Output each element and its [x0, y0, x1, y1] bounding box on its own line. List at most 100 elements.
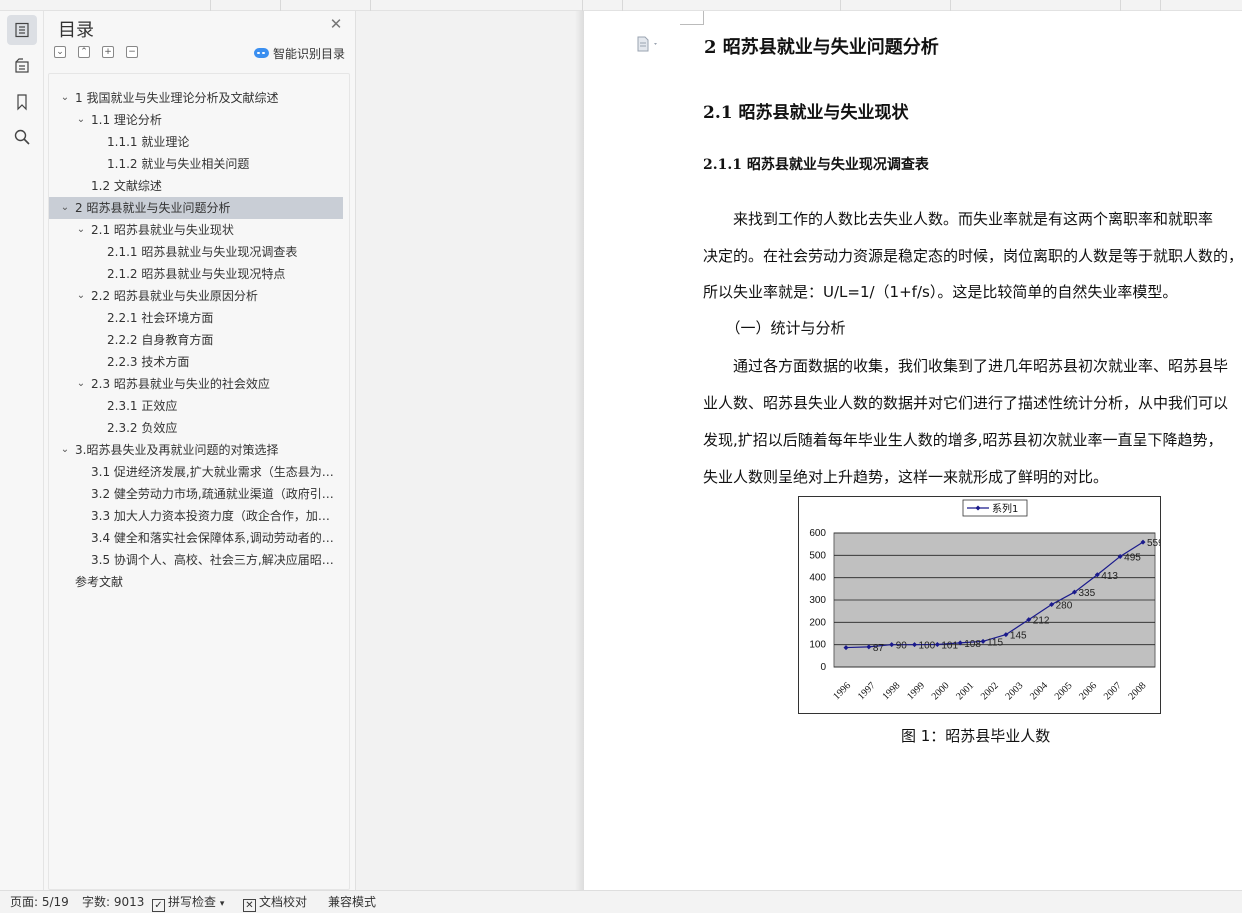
toc-item-label: 2.3.2 负效应 [107, 421, 178, 435]
toc-item[interactable]: 2.2.1 社会环境方面 [49, 307, 343, 329]
toc-item[interactable]: ⌄ 2 昭苏县就业与失业问题分析 [49, 197, 343, 219]
checkbox-icon: ✓ [152, 899, 165, 912]
toc-item[interactable]: 3.1 促进经济发展,扩大就业需求（生态县为依托） [49, 461, 343, 483]
toc-item-label: 参考文献 [75, 575, 124, 589]
line-chart[interactable]: 0 100 200 300 400 500 600 87 90 100 101 108 115 145 21… [798, 496, 1164, 714]
search-icon[interactable] [7, 122, 37, 152]
toc-item[interactable]: ⌄ 2.1 昭苏县就业与失业现状 [49, 219, 343, 241]
toc-item[interactable]: 1.1.2 就业与失业相关问题 [49, 153, 343, 175]
toc-item[interactable]: 3.4 健全和落实社会保障体系,调动劳动者的积极性 [49, 527, 343, 549]
figure-caption: 图 1：昭苏县毕业人数 [901, 727, 1051, 745]
toc-item-label: 2.2.1 社会环境方面 [107, 311, 214, 325]
paragraph-format-icon[interactable] [636, 35, 662, 53]
toc-item[interactable]: 1.2 文献综述 [49, 175, 343, 197]
document-page[interactable]: 2 昭苏县就业与失业问题分析 2.1 昭苏县就业与失业现状 2.1.1 昭苏县就… [584, 11, 1242, 890]
chevron-down-icon[interactable]: ⌄ [75, 373, 87, 395]
chevron-down-icon[interactable]: ⌄ [59, 87, 71, 109]
toc-item-label: 1 我国就业与失业理论分析及文献综述 [75, 91, 279, 105]
toc-item-label: 3.2 健全劳动力市场,疏通就业渠道（政府引导） [91, 487, 339, 501]
data-label: 101 [941, 640, 958, 651]
chevron-down-icon[interactable]: ⌄ [75, 109, 87, 131]
bookmark-icon[interactable] [7, 87, 37, 117]
toc-icon[interactable] [7, 15, 37, 45]
toc-item[interactable]: ⌄ 1.1 理论分析 [49, 109, 343, 131]
body-line: 所以失业率就是：U/L=1/（1+f/s）。这是比较简单的自然失业率模型。 [703, 283, 1178, 301]
data-label: 335 [1078, 588, 1095, 599]
toc-item-label: 1.1.2 就业与失业相关问题 [107, 157, 250, 171]
body-line: 业人数、昭苏县失业人数的数据并对它们进行了描述性统计分析，从中我们可以 [703, 394, 1229, 412]
proofread-button[interactable]: ✕ 文档校对 [243, 891, 307, 913]
x-tick-label: 1997 [856, 680, 878, 702]
data-label: 145 [1010, 631, 1027, 642]
spell-check-label: 拼写检查 [168, 895, 217, 909]
collapse-all-icon[interactable]: ⌄ [54, 46, 66, 58]
toc-item-label: 2.1.1 昭苏县就业与失业现况调查表 [107, 245, 298, 259]
toc-item[interactable]: 3.5 协调个人、高校、社会三方,解决应届昭苏县毕业生 [49, 549, 343, 571]
toc-item-label: 3.5 协调个人、高校、社会三方,解决应届昭苏县毕业生 [91, 553, 339, 567]
y-tick-label: 300 [809, 595, 826, 606]
close-icon[interactable]: ✕ [329, 17, 343, 32]
spell-check-button[interactable]: ✓ 拼写检查 ▾ [152, 891, 224, 913]
y-tick-label: 100 [809, 640, 826, 651]
page-shadow [575, 11, 584, 890]
body-line: 来找到工作的人数比去失业人数。而失业率就是有这两个离职率和就职率 [703, 210, 1214, 228]
chevron-down-icon[interactable]: ⌄ [59, 439, 71, 461]
toc-item-label: 2.1.2 昭苏县就业与失业现况特点 [107, 267, 286, 281]
toc-item-label: 3.1 促进经济发展,扩大就业需求（生态县为依托） [91, 465, 339, 479]
smart-toc-button[interactable]: 智能识别目录 [254, 45, 345, 61]
data-label: 495 [1124, 552, 1141, 563]
toc-item[interactable]: 2.1.2 昭苏县就业与失业现况特点 [49, 263, 343, 285]
chevron-down-icon[interactable]: ⌄ [59, 197, 71, 219]
body-line: 发现,扩招以后随着每年毕业生人数的增多,昭苏县初次就业率一直呈下降趋势， [703, 431, 1223, 449]
toc-item-label: 2.3.1 正效应 [107, 399, 178, 413]
add-heading-icon[interactable]: + [102, 46, 114, 58]
y-tick-label: 0 [820, 662, 826, 673]
toc-item[interactable]: 2.1.1 昭苏县就业与失业现况调查表 [49, 241, 343, 263]
x-tick-label: 1996 [831, 680, 853, 702]
x-tick-label: 2001 [954, 680, 976, 702]
workspace-background [356, 11, 584, 890]
toc-item[interactable]: 3.2 健全劳动力市场,疏通就业渠道（政府引导） [49, 483, 343, 505]
compat-mode: 兼容模式 [328, 895, 377, 909]
toc-item[interactable]: ⌄ 2.2 昭苏县就业与失业原因分析 [49, 285, 343, 307]
y-tick-label: 600 [809, 528, 826, 539]
toc-item[interactable]: 2.2.2 自身教育方面 [49, 329, 343, 351]
toc-item[interactable]: 2.3.2 负效应 [49, 417, 343, 439]
remove-heading-icon[interactable]: − [126, 46, 138, 58]
toc-item[interactable]: ⌄ 2.3 昭苏县就业与失业的社会效应 [49, 373, 343, 395]
chevron-down-icon[interactable]: ⌄ [75, 219, 87, 241]
toc-item[interactable]: 2.3.1 正效应 [49, 395, 343, 417]
data-label: 212 [1033, 616, 1050, 627]
body-line: 通过各方面数据的收集，我们收集到了进几年昭苏县初次就业率、昭苏县毕 [703, 357, 1229, 375]
data-label: 559 [1147, 538, 1160, 549]
data-label: 90 [896, 641, 908, 652]
page-indicator[interactable]: 页面: 5/19 [10, 891, 69, 913]
chart-canvas: 0 100 200 300 400 500 600 87 90 100 101 108 115 145 21… [809, 499, 1164, 702]
toc-item[interactable]: 2.2.3 技术方面 [49, 351, 343, 373]
toc-item-label: 1.1.1 就业理论 [107, 135, 190, 149]
toc-title: 目录 [58, 20, 94, 41]
toc-item[interactable]: 3.3 加大人力资本投资力度（政企合作，加强培训） [49, 505, 343, 527]
toc-item[interactable]: 参考文献 [49, 571, 343, 593]
margin-corner-mark [680, 11, 704, 25]
toc-item-label: 2.2.3 技术方面 [107, 355, 190, 369]
data-label: 100 [919, 641, 936, 652]
word-count[interactable]: 字数: 9013 [82, 891, 144, 913]
body-line: 失业人数则呈绝对上升趋势，这样一来就形成了鲜明的对比。 [703, 468, 1109, 486]
chevron-down-icon[interactable]: ⌄ [75, 285, 87, 307]
toc-panel: 目录 ✕ ⌄ ⌃ + − 智能识别目录 ⌄ 1 我国就业与失业理论分析及文献综述 ⌄… [44, 11, 356, 890]
navigation-icon[interactable] [7, 51, 37, 81]
toc-item-label: 1.2 文献综述 [91, 179, 162, 193]
side-rail [0, 11, 44, 890]
x-tick-label: 2000 [930, 680, 952, 702]
toc-item[interactable]: 1.1.1 就业理论 [49, 131, 343, 153]
x-tick-label: 1998 [880, 680, 902, 702]
toc-item[interactable]: ⌄ 3.昭苏县失业及再就业问题的对策选择 [49, 439, 343, 461]
expand-icon[interactable]: ⌃ [78, 46, 90, 58]
y-tick-label: 400 [809, 573, 826, 584]
status-bar: 页面: 5/19 字数: 9013 ✓ 拼写检查 ▾ ✕ 文档校对 兼容模式 [0, 890, 1242, 913]
toc-item[interactable]: ⌄ 1 我国就业与失业理论分析及文献综述 [49, 87, 343, 109]
proofread-icon: ✕ [243, 899, 256, 912]
x-tick-label: 1999 [905, 680, 927, 702]
cloud-icon [254, 48, 269, 58]
